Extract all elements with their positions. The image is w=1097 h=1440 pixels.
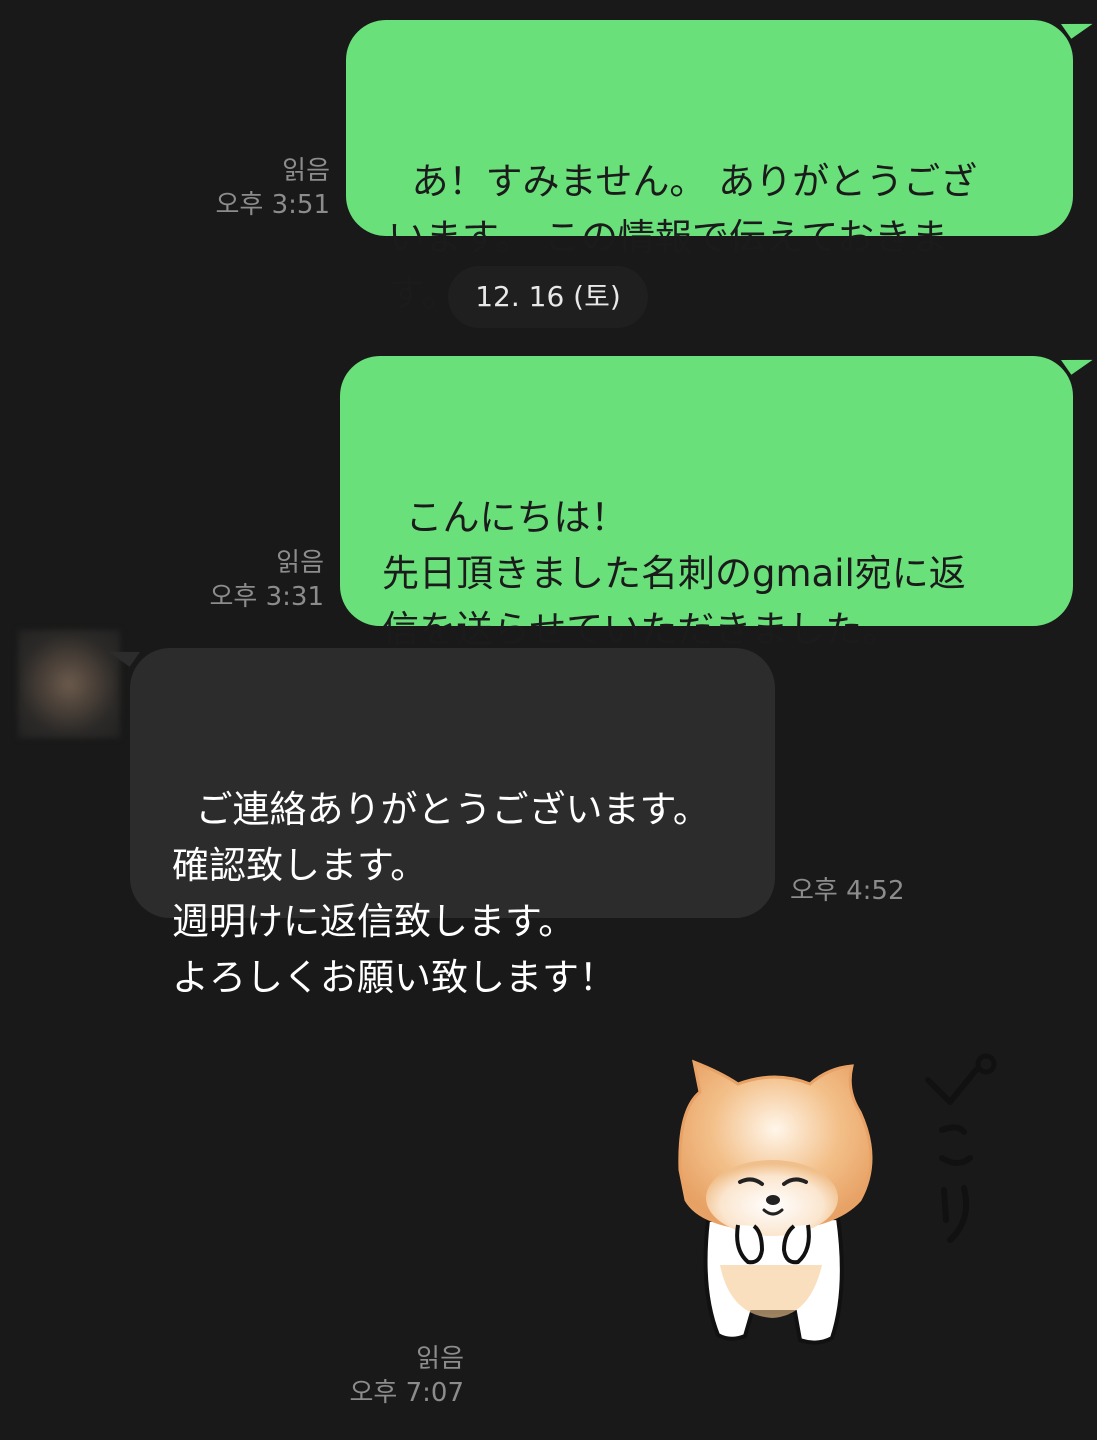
message-time: 오후 7:07 bbox=[349, 1378, 465, 1408]
message-meta: 읽음 오후 3:51 bbox=[216, 154, 331, 222]
received-message-bubble[interactable]: ご連絡ありがとうございます。 確認致します。 週明けに返信致します。 よろしくお… bbox=[108, 637, 775, 999]
shiba-dog-sticker-icon bbox=[678, 1053, 997, 1345]
date-separator: 12. 16 (토) bbox=[448, 266, 648, 328]
message-meta: 오후 4:52 bbox=[790, 874, 905, 908]
read-receipt: 읽음 bbox=[416, 1344, 464, 1374]
message-text: ご連絡ありがとうございます。 確認致します。 週明けに返信致します。 よろしくお… bbox=[172, 788, 710, 999]
contact-avatar[interactable] bbox=[18, 630, 120, 738]
sticker-message[interactable] bbox=[660, 1050, 1020, 1360]
message-time: 오후 3:31 bbox=[209, 582, 325, 612]
message-time: 오후 3:51 bbox=[215, 190, 331, 220]
sent-message-bubble[interactable]: あ！すみません。 ありがとうござ います。 この情報で伝えておきま す。 bbox=[346, 9, 1093, 315]
bubble-tail bbox=[1061, 9, 1093, 39]
sent-message-bubble[interactable]: こんにちは！ 先日頂きました名刺のgmail宛に返 信を送らせていただきました。… bbox=[340, 345, 1093, 707]
message-time: 오후 4:52 bbox=[790, 876, 905, 906]
bubble-tail bbox=[1061, 345, 1093, 375]
read-receipt: 읽음 bbox=[282, 156, 330, 186]
message-meta: 읽음 오후 7:07 bbox=[350, 1342, 465, 1410]
read-receipt: 읽음 bbox=[276, 548, 324, 578]
message-meta: 읽음 오후 3:31 bbox=[210, 546, 325, 614]
